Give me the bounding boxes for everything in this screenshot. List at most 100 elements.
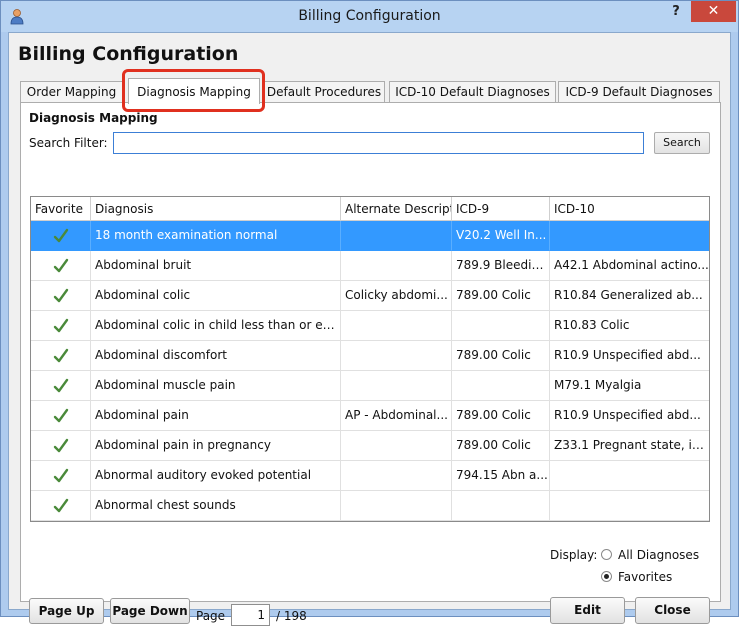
- alternate-cell: [341, 251, 452, 281]
- check-mark-icon: [53, 498, 68, 512]
- diagnosis-cell: Abdominal pain in pregnancy: [91, 431, 341, 461]
- radio-all-diagnoses-label: All Diagnoses: [618, 548, 700, 562]
- icd10-cell: [550, 491, 709, 521]
- table-row[interactable]: Abdominal colic in child less than or eq…: [31, 311, 709, 341]
- icd10-cell: [550, 461, 709, 491]
- check-mark-icon: [53, 348, 68, 362]
- radio-favorites[interactable]: Favorites: [601, 570, 672, 584]
- alternate-cell: Colicky abdomi...: [341, 281, 452, 311]
- icd9-cell: V20.2 Well In...: [452, 221, 550, 251]
- radio-all-diagnoses[interactable]: All Diagnoses: [601, 548, 699, 562]
- title-bar: Billing Configuration ? ✕: [1, 1, 738, 32]
- icd10-cell: R10.9 Unspecified abd...: [550, 341, 709, 371]
- search-button[interactable]: Search: [654, 132, 710, 154]
- check-mark-icon: [53, 318, 68, 332]
- alternate-cell: AP - Abdominal...: [341, 401, 452, 431]
- radio-all-diagnoses-indicator[interactable]: [601, 549, 612, 560]
- icd10-cell: A42.1 Abdominal actino...: [550, 251, 709, 281]
- radio-favorites-label: Favorites: [618, 570, 673, 584]
- diagnosis-cell: Abdominal muscle pain: [91, 371, 341, 401]
- close-button[interactable]: Close: [635, 597, 710, 624]
- check-mark-icon: [53, 468, 68, 482]
- alternate-cell: [341, 341, 452, 371]
- favorite-cell[interactable]: [31, 221, 91, 251]
- icd9-cell: [452, 311, 550, 341]
- grid-header: Favorite Diagnosis Alternate Descript IC…: [31, 197, 709, 221]
- table-row[interactable]: Abdominal pain AP - Abdominal... 789.00 Co…: [31, 401, 709, 431]
- icd10-cell: [550, 221, 709, 251]
- column-header-diagnosis[interactable]: Diagnosis: [91, 197, 341, 221]
- alternate-cell: [341, 461, 452, 491]
- dialog-body: Billing Configuration Order Mapping Diag…: [8, 32, 731, 626]
- search-filter-label: Search Filter:: [29, 136, 108, 150]
- icd9-cell: [452, 371, 550, 401]
- help-button[interactable]: ?: [665, 4, 687, 24]
- icd10-cell: R10.9 Unspecified abd...: [550, 401, 709, 431]
- page-number-input[interactable]: 1: [231, 604, 270, 626]
- alternate-cell: [341, 311, 452, 341]
- favorite-cell[interactable]: [31, 251, 91, 281]
- favorite-cell[interactable]: [31, 491, 91, 521]
- icd9-cell: [452, 491, 550, 521]
- table-row[interactable]: Abdominal discomfort 789.00 Colic R10.9 Un…: [31, 341, 709, 371]
- table-row[interactable]: Abdominal colic Colicky abdomi... 789.00 C…: [31, 281, 709, 311]
- diagnosis-cell: Abdominal discomfort: [91, 341, 341, 371]
- tab-icd9-default-diagnoses[interactable]: ICD-9 Default Diagnoses: [558, 81, 720, 103]
- table-row[interactable]: Abdominal pain in pregnancy 789.00 Colic Z…: [31, 431, 709, 461]
- diagnosis-grid[interactable]: Favorite Diagnosis Alternate Descript IC…: [30, 196, 710, 522]
- table-row[interactable]: Abdominal muscle pain M79.1 Myalgia: [31, 371, 709, 401]
- favorite-cell[interactable]: [31, 401, 91, 431]
- diagnosis-cell: Abnormal auditory evoked potential: [91, 461, 341, 491]
- diagnosis-mapping-panel: Diagnosis Mapping Search Filter: Search …: [20, 102, 721, 626]
- billing-configuration-window: Billing Configuration ? ✕ Billing Config…: [0, 0, 739, 626]
- tab-default-procedures[interactable]: Default Procedures: [263, 81, 385, 103]
- favorite-cell[interactable]: [31, 341, 91, 371]
- radio-favorites-indicator[interactable]: [601, 571, 612, 582]
- tab-order-mapping[interactable]: Order Mapping: [20, 81, 123, 103]
- column-header-alternate-description[interactable]: Alternate Descript: [341, 197, 452, 221]
- column-header-icd10[interactable]: ICD-10: [550, 197, 709, 221]
- icd10-cell: Z33.1 Pregnant state, in...: [550, 431, 709, 461]
- diagnosis-cell: Abdominal bruit: [91, 251, 341, 281]
- column-header-icd9[interactable]: ICD-9: [452, 197, 550, 221]
- favorite-cell[interactable]: [31, 431, 91, 461]
- diagnosis-cell: Abnormal chest sounds: [91, 491, 341, 521]
- check-mark-icon: [53, 258, 68, 272]
- table-row[interactable]: Abnormal chest sounds: [31, 491, 709, 521]
- check-mark-icon: [53, 438, 68, 452]
- window-title: Billing Configuration: [298, 8, 441, 24]
- alternate-cell: [341, 491, 452, 521]
- icd9-cell: 789.00 Colic: [452, 401, 550, 431]
- favorite-cell[interactable]: [31, 371, 91, 401]
- icd10-cell: M79.1 Myalgia: [550, 371, 709, 401]
- tab-icd10-default-diagnoses[interactable]: ICD-10 Default Diagnoses: [389, 81, 556, 103]
- search-filter-input[interactable]: [113, 132, 644, 154]
- page-title: Billing Configuration: [18, 43, 239, 65]
- check-mark-icon: [53, 288, 68, 302]
- page-up-button[interactable]: Page Up: [29, 598, 104, 624]
- table-row[interactable]: Abdominal bruit 789.9 Bleedin... A42.1 Abd…: [31, 251, 709, 281]
- table-row[interactable]: Abnormal auditory evoked potential 794.15…: [31, 461, 709, 491]
- favorite-cell[interactable]: [31, 461, 91, 491]
- diagnosis-cell: Abdominal colic in child less than or eq…: [91, 311, 341, 341]
- alternate-cell: [341, 221, 452, 251]
- favorite-cell[interactable]: [31, 311, 91, 341]
- page-label: Page: [196, 609, 226, 623]
- active-tab-highlight: [122, 69, 265, 112]
- check-mark-icon: [53, 408, 68, 422]
- diagnosis-cell: Abdominal pain: [91, 401, 341, 431]
- icd10-cell: R10.84 Generalized ab...: [550, 281, 709, 311]
- icd9-cell: 789.00 Colic: [452, 341, 550, 371]
- check-mark-icon: [53, 378, 68, 392]
- icd9-cell: 794.15 Abn a...: [452, 461, 550, 491]
- section-title: Diagnosis Mapping: [29, 111, 158, 125]
- table-row[interactable]: 18 month examination normal V20.2 Well In…: [31, 221, 709, 251]
- edit-button[interactable]: Edit: [550, 597, 625, 624]
- display-label: Display:: [550, 548, 598, 562]
- favorite-cell[interactable]: [31, 281, 91, 311]
- check-mark-icon: [53, 228, 68, 242]
- alternate-cell: [341, 371, 452, 401]
- page-down-button[interactable]: Page Down: [110, 598, 190, 624]
- column-header-favorite[interactable]: Favorite: [31, 197, 91, 221]
- window-close-button[interactable]: ✕: [691, 1, 736, 22]
